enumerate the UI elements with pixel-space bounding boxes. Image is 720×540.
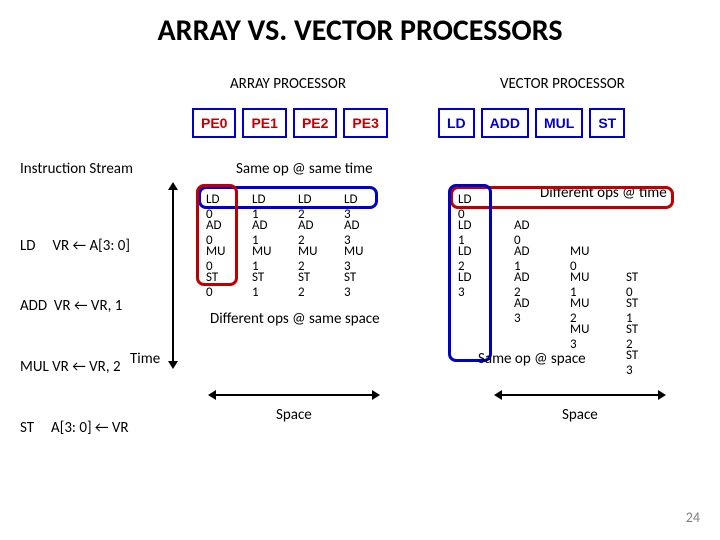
space-label-vector: Space xyxy=(562,406,598,424)
vector-pe-row: LD ADD MUL ST xyxy=(438,108,625,138)
grid-cell: AD 3 xyxy=(514,296,530,326)
pe-box: PE3 xyxy=(343,108,387,138)
code-line: ADD VR ← VR, 1 xyxy=(20,296,130,316)
grid-cell: ST 3 xyxy=(626,348,638,378)
pe-box: PE0 xyxy=(192,108,236,138)
pe-box: PE1 xyxy=(242,108,286,138)
grid-cell: ST 3 xyxy=(344,270,356,300)
grid-cell: LD 3 xyxy=(458,270,471,300)
same-op-time-label: Same op @ same time xyxy=(236,160,373,178)
slide-number: 24 xyxy=(686,509,700,526)
space-axis-vector xyxy=(500,394,660,396)
grid-cell: ST 0 xyxy=(206,270,218,300)
grid-cell: ST 1 xyxy=(252,270,264,300)
instruction-code: LD VR ← A[3: 0] ADD VR ← VR, 1 MUL VR ← … xyxy=(20,195,130,458)
space-label-array: Space xyxy=(276,406,312,424)
code-line: MUL VR ← VR, 2 xyxy=(20,357,130,377)
grid-cell: ST 2 xyxy=(298,270,310,300)
code-line: LD VR ← A[3: 0] xyxy=(20,236,130,256)
space-axis-array xyxy=(214,394,374,396)
slide-title: ARRAY VS. VECTOR PROCESSORS xyxy=(0,0,720,49)
array-header: ARRAY PROCESSOR xyxy=(230,75,346,93)
vector-header: VECTOR PROCESSOR xyxy=(500,75,625,93)
pe-box: PE2 xyxy=(293,108,337,138)
array-pe-row: PE0 PE1 PE2 PE3 xyxy=(192,108,388,138)
diff-ops-space-label: Different ops @ same space xyxy=(210,310,380,328)
time-axis xyxy=(172,188,174,363)
pe-box: ST xyxy=(589,108,625,138)
grid-cell: MU 3 xyxy=(570,322,589,352)
code-line: ST A[3: 0] ← VR xyxy=(20,418,130,438)
pe-box: ADD xyxy=(481,108,529,138)
time-axis-label: Time xyxy=(130,350,160,368)
pe-box: MUL xyxy=(535,108,583,138)
same-op-space-label: Same op @ space xyxy=(478,350,586,368)
instruction-stream-label: Instruction Stream xyxy=(20,160,133,178)
pe-box: LD xyxy=(438,108,475,138)
